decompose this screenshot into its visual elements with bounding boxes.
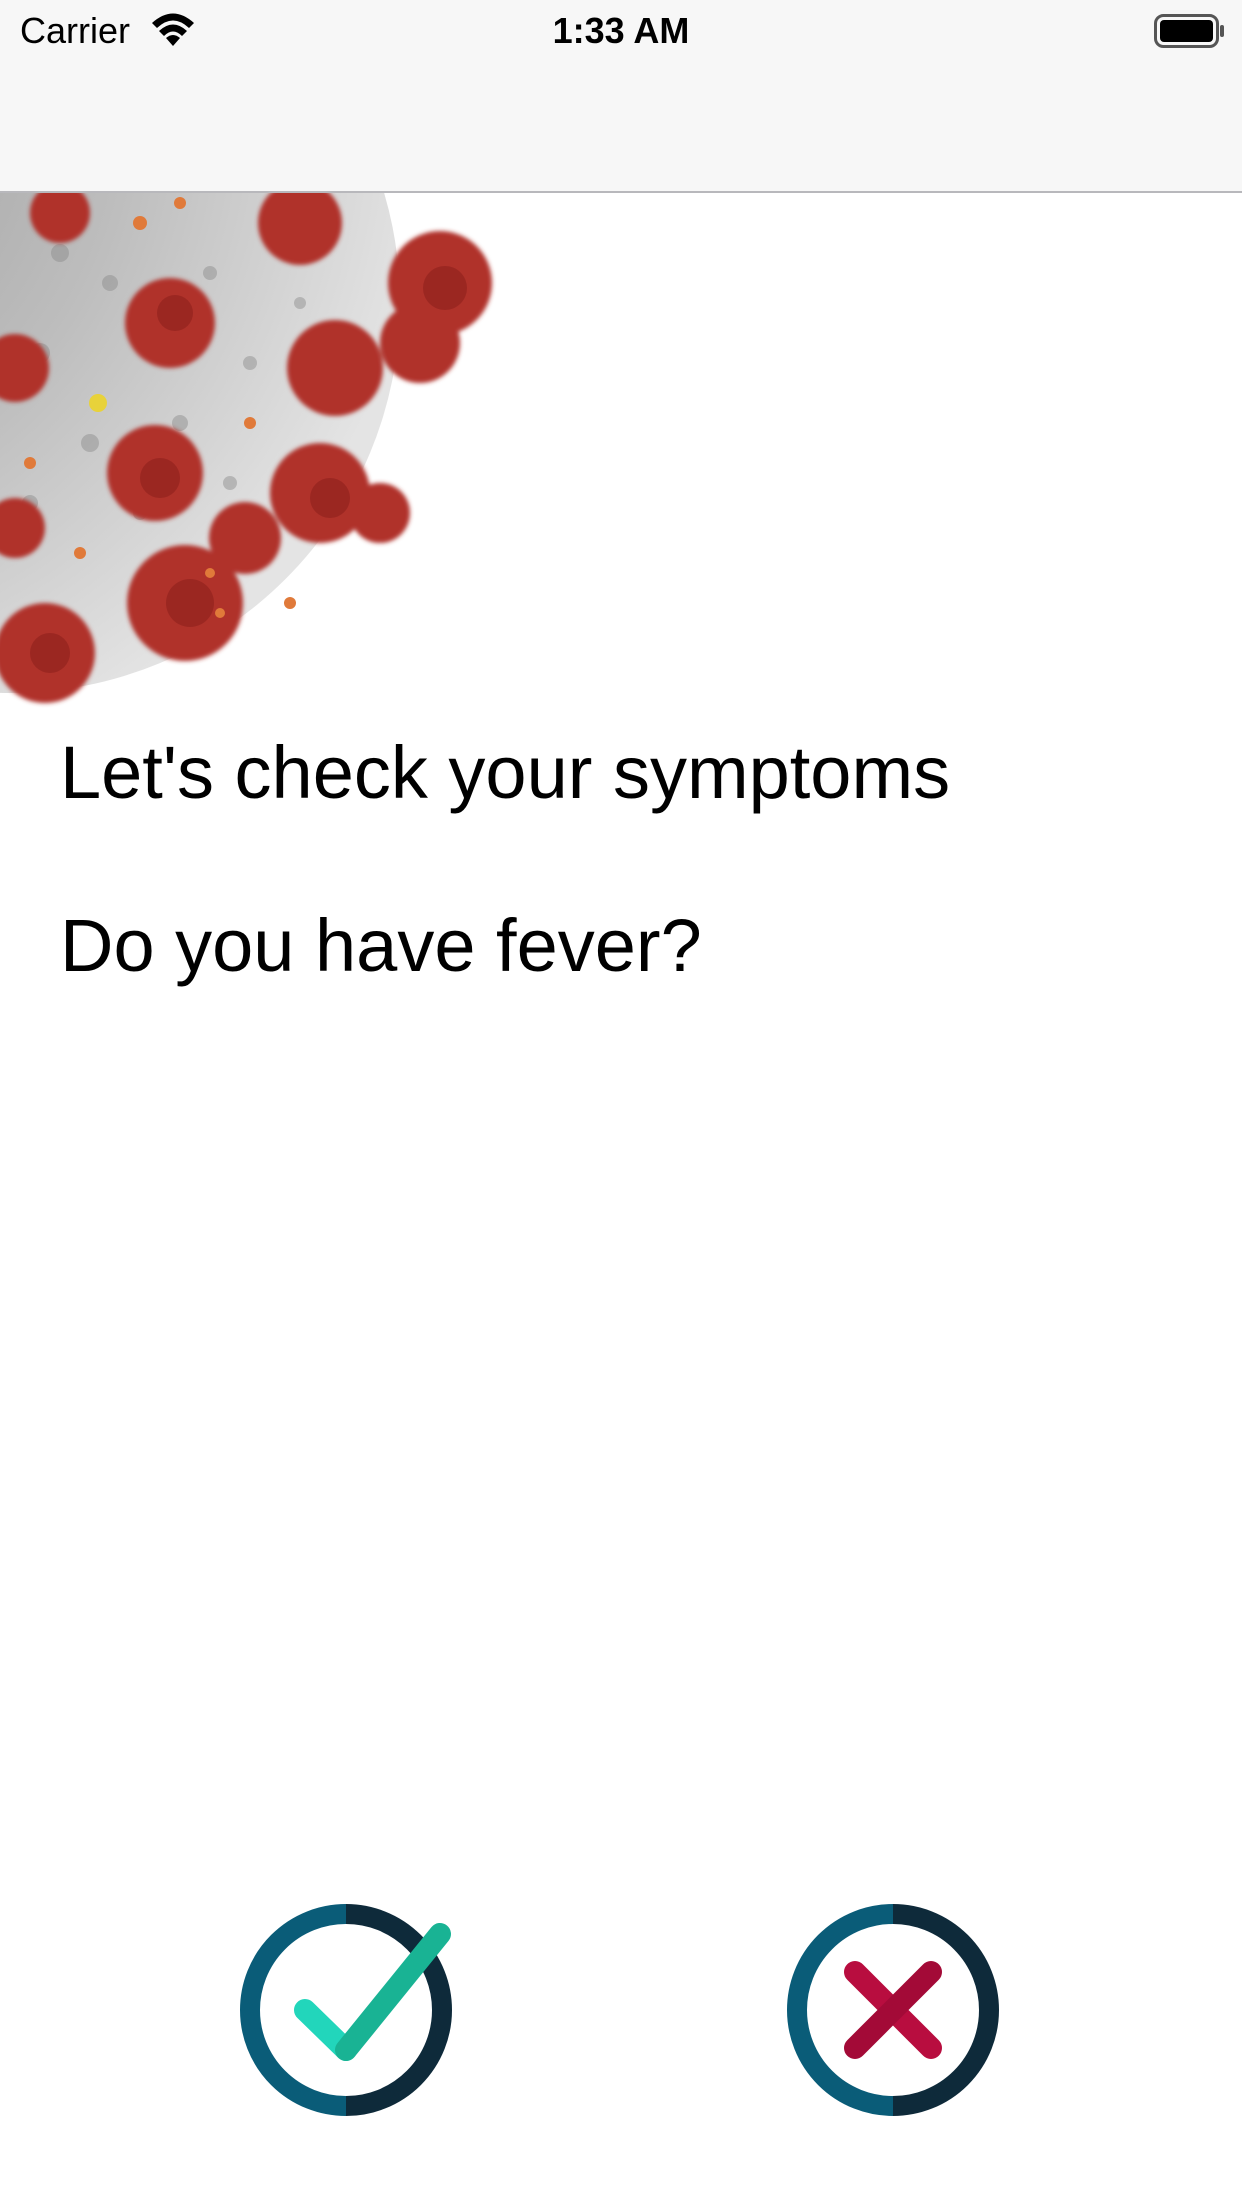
question-text: Do you have fever?: [60, 904, 702, 987]
heading: Let's check your symptoms: [60, 731, 951, 814]
no-button[interactable]: [787, 1904, 999, 2116]
navigation-bar: [0, 62, 1242, 193]
close-icon: [787, 1904, 999, 2116]
check-icon: [240, 1904, 452, 2116]
coronavirus-image: [0, 193, 492, 703]
status-bar: Carrier 1:33 AM: [0, 0, 1242, 62]
clock: 1:33 AM: [552, 10, 690, 51]
battery-icon: [1154, 14, 1224, 48]
yes-button[interactable]: [240, 1904, 452, 2116]
